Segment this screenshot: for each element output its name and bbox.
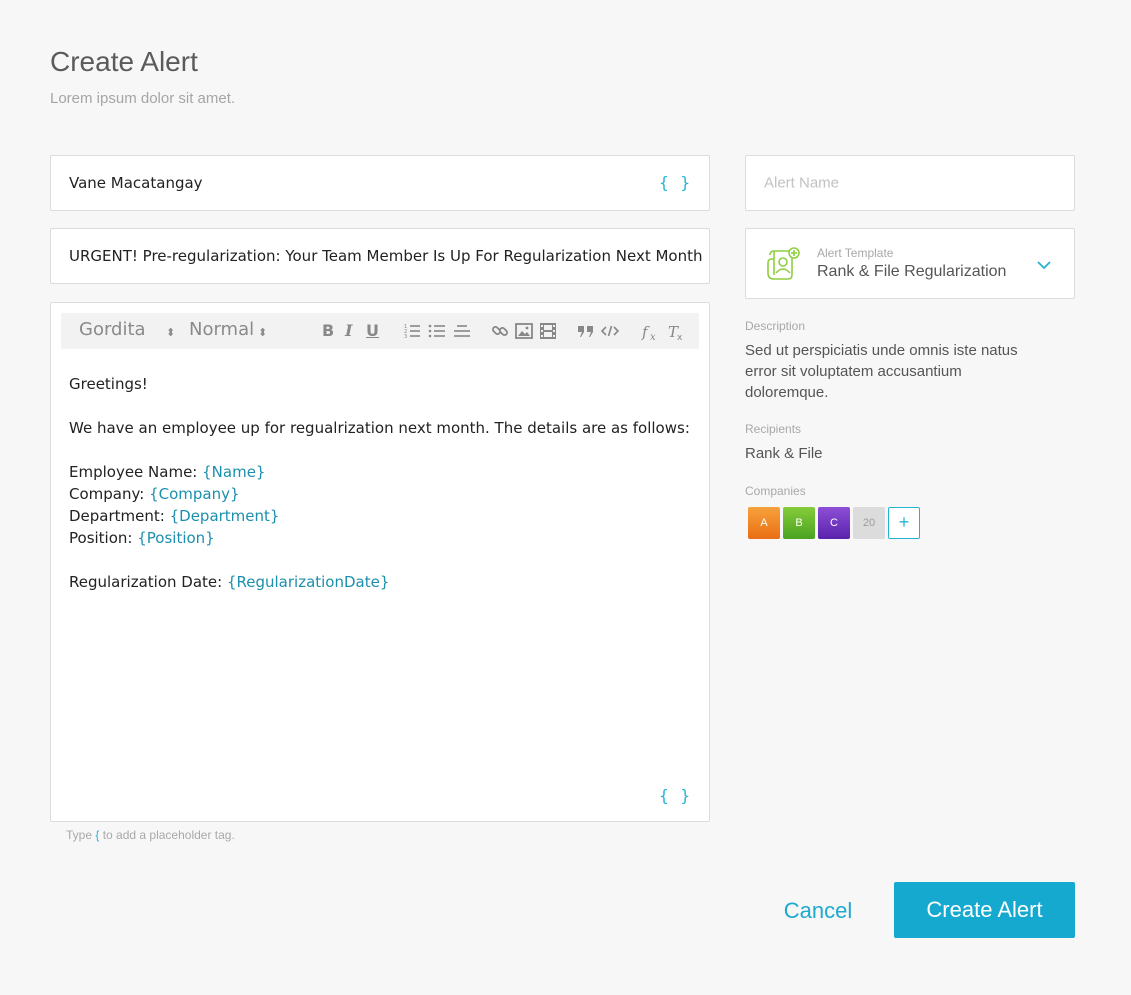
placeholder-braces-icon[interactable]: { } [659,786,691,805]
clear-format-icon[interactable]: Tx [667,322,687,342]
detail-label: Department: [69,507,170,525]
placeholder-tag: {RegularizationDate} [226,573,390,591]
blockquote-icon[interactable] [577,323,595,339]
description-line: error sit voluptatem accusantium [745,363,962,380]
detail-line: Position: {Position} [69,527,691,549]
description-line: doloremque. [745,384,829,401]
template-label: Alert Template [817,246,894,260]
subject-field[interactable]: URGENT! Pre-regularization: Your Team Me… [50,228,710,284]
chevron-down-icon[interactable] [1036,257,1052,275]
sender-field[interactable]: Vane Macatangay { } [50,155,710,211]
editor-content[interactable]: Greetings! We have an employee up for re… [69,373,691,593]
cancel-button[interactable]: Cancel [768,884,868,938]
detail-label: Employee Name: [69,463,203,481]
add-company-button[interactable]: + [888,507,920,539]
recipients-label: Recipients [745,422,802,436]
size-select-arrow-icon: ⬍ [258,326,268,339]
placeholder-braces-icon[interactable]: { } [659,173,691,192]
create-alert-button[interactable]: Create Alert [894,882,1075,938]
svg-text:x: x [677,333,683,342]
font-select-arrow-icon: ⬍ [166,326,176,339]
hint-suffix: to add a placeholder tag. [99,828,235,842]
page-subtitle: Lorem ipsum dolor sit amet. [50,90,236,107]
message-editor[interactable]: Gordita ⬍ Normal ⬍ B I U 123 f x T x Gre… [50,302,710,822]
companies-label: Companies [745,484,806,498]
code-icon[interactable] [600,323,620,339]
description-line: Sed ut perspiciatis unde omnis iste natu… [745,342,1018,359]
detail-line: Department: {Department} [69,505,691,527]
company-chip[interactable]: C [818,507,850,539]
alert-name-placeholder: Alert Name [764,174,840,192]
alert-template-select[interactable]: Alert Template Rank & File Regularizatio… [745,228,1075,299]
company-chip[interactable]: B [783,507,815,539]
template-document-icon [764,245,802,288]
recipients-value: Rank & File [745,445,823,462]
description-text: Sed ut perspiciatis unde omnis iste natu… [745,340,1018,403]
align-icon[interactable] [453,322,471,340]
intro-text: We have an employee up for regualrizatio… [69,419,690,437]
underline-button[interactable]: U [366,321,379,341]
font-select[interactable]: Gordita [79,320,146,340]
alert-name-input[interactable]: Alert Name [745,155,1075,211]
placeholder-tag: {Company} [149,485,240,503]
date-line: Regularization Date: {RegularizationDate… [69,571,691,593]
date-label: Regularization Date: [69,573,227,591]
svg-text:x: x [650,332,656,342]
detail-line: Employee Name: {Name} [69,461,691,483]
placeholder-hint: Type { to add a placeholder tag. [66,828,235,842]
description-label: Description [745,319,806,333]
detail-label: Company: [69,485,150,503]
more-companies-count[interactable]: 20 [853,507,885,539]
detail-label: Position: [69,529,138,547]
details-block: Employee Name: {Name} Company: {Company}… [69,461,691,549]
placeholder-tag: {Name} [202,463,266,481]
size-select[interactable]: Normal [189,320,254,340]
placeholder-tag: {Position} [137,529,215,547]
sender-value: Vane Macatangay [69,174,203,192]
subject-value: URGENT! Pre-regularization: Your Team Me… [69,247,703,265]
svg-text:3: 3 [404,334,407,340]
hint-prefix: Type [66,828,96,842]
company-chip[interactable]: A [748,507,780,539]
formula-icon[interactable]: fx [641,322,661,342]
detail-line: Company: {Company} [69,483,691,505]
italic-button[interactable]: I [345,321,352,341]
image-icon[interactable] [515,322,533,340]
link-icon[interactable] [491,322,509,340]
template-value: Rank & File Regularization [817,263,1007,280]
bold-button[interactable]: B [322,321,334,341]
editor-toolbar: Gordita ⬍ Normal ⬍ B I U 123 f x T x [61,313,699,349]
greeting-text: Greetings! [69,375,148,393]
page-title: Create Alert [50,46,198,77]
bullet-list-icon[interactable] [428,322,446,340]
svg-text:f: f [641,323,650,341]
placeholder-tag: {Department} [169,507,280,525]
video-icon[interactable] [539,322,557,340]
ordered-list-icon[interactable]: 123 [403,322,421,340]
